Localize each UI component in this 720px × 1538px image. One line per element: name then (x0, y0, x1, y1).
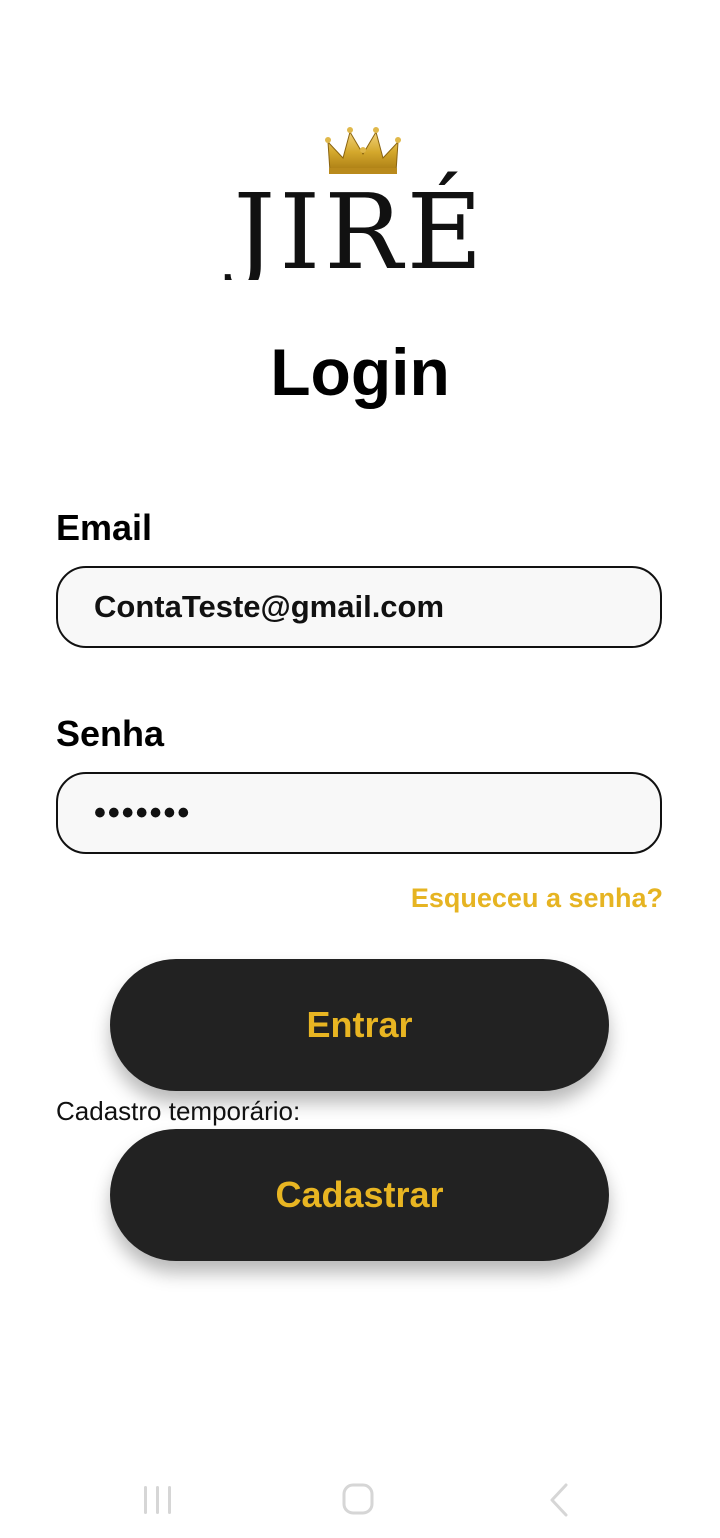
password-value: ••••••• (94, 793, 192, 832)
brand-logo: JIRÉ (200, 120, 520, 280)
email-value: ContaTeste@gmail.com (94, 589, 445, 624)
password-field[interactable]: ••••••• (56, 772, 662, 854)
forgot-password-link[interactable]: Esqueceu a senha? (411, 879, 663, 917)
email-label: Email (56, 507, 153, 548)
recent-apps-icon[interactable] (138, 1482, 178, 1518)
crown-logo-graphic: JIRÉ (225, 127, 487, 280)
signup-button[interactable]: Cadastrar (110, 1129, 609, 1261)
signup-button-label: Cadastrar (275, 1174, 444, 1215)
temp-signup-label: Cadastro temporário: (56, 1096, 301, 1126)
logo-wordmark: JIRÉ (225, 170, 487, 280)
email-field[interactable]: ContaTeste@gmail.com (56, 566, 662, 648)
back-icon[interactable] (540, 1482, 580, 1518)
page-title: Login (270, 335, 450, 409)
crown-icon (325, 127, 401, 174)
login-button-label: Entrar (306, 1004, 413, 1045)
password-label: Senha (56, 713, 165, 754)
login-button[interactable]: Entrar (110, 959, 609, 1091)
system-navigation-bar (0, 1460, 720, 1538)
home-icon[interactable] (338, 1482, 378, 1518)
